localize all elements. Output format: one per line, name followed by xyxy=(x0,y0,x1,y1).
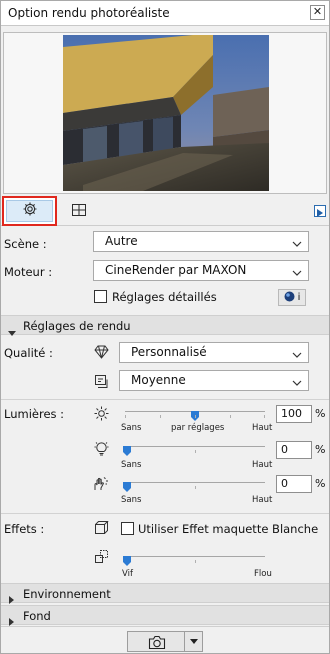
engine-info-button[interactable]: i xyxy=(278,289,306,306)
render-snapshot-button[interactable] xyxy=(127,631,203,652)
title-bar: Option rendu photoréaliste ✕ xyxy=(1,1,329,26)
lamp-slider-track[interactable] xyxy=(125,446,265,447)
button-divider xyxy=(184,632,185,651)
quality-label: Qualité : xyxy=(4,346,53,360)
section-background[interactable]: Fond xyxy=(1,605,329,626)
chevron-down-icon xyxy=(292,375,302,394)
slider-tick xyxy=(195,450,196,453)
render-preview-image xyxy=(63,35,269,191)
chevron-down-icon xyxy=(292,265,302,284)
section-background-title: Fond xyxy=(23,609,51,623)
sun-max-label: Haut xyxy=(252,423,273,433)
hand-light-icon xyxy=(92,475,109,491)
divider xyxy=(1,513,329,514)
quality-preset-select[interactable]: Personnalisé xyxy=(119,342,309,363)
slider-tick xyxy=(195,560,196,563)
hand-slider-thumb[interactable] xyxy=(123,477,131,492)
engine-label: Moteur : xyxy=(4,265,53,279)
diamond-icon xyxy=(93,344,109,360)
lamp-value: 0 xyxy=(281,443,288,456)
lamp-max-label: Haut xyxy=(252,460,273,470)
tab-window-view[interactable] xyxy=(69,202,89,220)
slider-tick xyxy=(195,415,196,418)
slider-tick xyxy=(264,415,265,418)
slider-tick xyxy=(160,415,161,418)
photoreal-render-options-panel: Option rendu photoréaliste ✕ Scène: Aut… xyxy=(0,0,330,654)
edge-slider-track[interactable] xyxy=(125,556,265,557)
quality-level-icon xyxy=(93,373,109,389)
footer-bar xyxy=(1,626,329,653)
quality-level-value: Moyenne xyxy=(131,373,186,387)
detailed-settings-checkbox[interactable] xyxy=(94,290,107,303)
cube-icon xyxy=(93,519,109,535)
scene-label: Scène : xyxy=(4,237,47,251)
chevron-down-icon xyxy=(292,347,302,366)
gear-icon xyxy=(22,201,38,221)
white-model-checkbox[interactable] xyxy=(121,522,134,535)
expand-panel-button[interactable] xyxy=(314,205,326,217)
lamp-slider-thumb[interactable] xyxy=(123,441,131,456)
tab-settings[interactable] xyxy=(2,196,57,226)
triangle-down-icon[interactable] xyxy=(186,634,202,650)
slider-tick xyxy=(230,415,231,418)
engine-value: CineRender par MAXON xyxy=(105,263,247,277)
triangle-down-icon xyxy=(8,322,16,341)
camera-icon xyxy=(147,633,167,651)
window-title: Option rendu photoréaliste xyxy=(8,6,170,20)
hand-value: 0 xyxy=(281,477,288,490)
sun-value: 100 xyxy=(281,407,302,420)
sun-unit: % xyxy=(315,407,326,420)
edge-min-label: Vif xyxy=(122,569,133,579)
effects-label: Effets : xyxy=(4,522,45,536)
triangle-right-icon xyxy=(317,202,323,221)
window-grid-icon xyxy=(71,202,87,221)
sun-mid-label: par réglages xyxy=(171,423,225,433)
edge-max-label: Flou xyxy=(254,569,272,579)
edge-slider-thumb[interactable] xyxy=(123,551,131,566)
section-environment-title: Environnement xyxy=(23,587,111,601)
lamp-unit: % xyxy=(315,443,326,456)
sun-min-label: Sans xyxy=(121,423,142,433)
scene-value: Autre xyxy=(105,234,138,248)
lights-label: Lumières : xyxy=(4,407,65,421)
section-render-settings-title: Réglages de rendu xyxy=(23,319,131,333)
slider-tick xyxy=(125,415,126,418)
tab-row xyxy=(1,196,329,226)
quality-level-select[interactable]: Moyenne xyxy=(119,370,309,391)
hand-slider-track[interactable] xyxy=(125,482,265,483)
engine-select[interactable]: CineRender par MAXON xyxy=(93,260,309,281)
section-render-settings[interactable]: Réglages de rendu xyxy=(1,315,329,336)
quality-preset-value: Personnalisé xyxy=(131,345,207,359)
white-model-label: Utiliser Effet maquette Blanche xyxy=(138,522,319,536)
lamp-value-input[interactable]: 0 xyxy=(276,441,312,459)
divider xyxy=(1,399,329,400)
hand-max-label: Haut xyxy=(252,495,273,505)
slider-tick xyxy=(195,486,196,489)
cinerender-logo-icon xyxy=(284,291,295,305)
edge-blur-icon xyxy=(93,548,109,564)
sun-value-input[interactable]: 100 xyxy=(276,405,312,423)
detailed-settings-label: Réglages détaillés xyxy=(112,290,217,304)
render-preview-frame xyxy=(3,32,327,194)
info-glyph: i xyxy=(297,292,301,303)
close-button[interactable]: ✕ xyxy=(310,5,325,20)
hand-value-input[interactable]: 0 xyxy=(276,475,312,493)
chevron-down-icon xyxy=(292,236,302,255)
section-environment[interactable]: Environnement xyxy=(1,583,329,604)
hand-min-label: Sans xyxy=(121,495,142,505)
hand-unit: % xyxy=(315,477,326,490)
sun-icon xyxy=(93,405,109,421)
scene-select[interactable]: Autre xyxy=(93,231,309,252)
light-bulb-icon xyxy=(93,440,109,456)
lamp-min-label: Sans xyxy=(121,460,142,470)
